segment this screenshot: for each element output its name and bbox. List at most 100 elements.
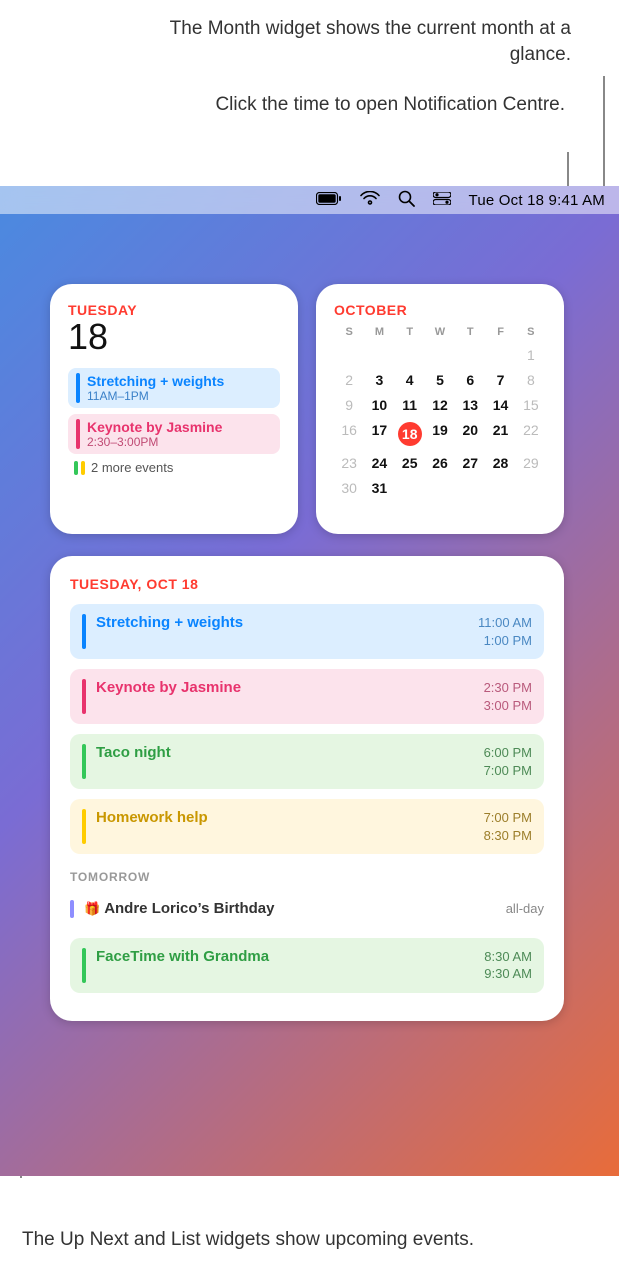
upnext-event[interactable]: Keynote by Jasmine2:30–3:00PM: [68, 414, 280, 454]
upnext-date-number: 18: [68, 316, 280, 358]
calendar-day[interactable]: 30: [334, 480, 364, 496]
weekday-header: S: [334, 326, 364, 338]
event-times: 2:30 PM3:00 PM: [484, 679, 532, 714]
list-event[interactable]: Homework help 7:00 PM8:30 PM: [70, 799, 544, 854]
calendar-day[interactable]: 25: [395, 455, 425, 471]
calendar-day[interactable]: 19: [425, 422, 455, 446]
upnext-widget[interactable]: Tuesday 18 Stretching + weights11AM–1PMK…: [50, 284, 298, 534]
month-title: October: [334, 302, 546, 318]
event-title: Taco night: [96, 744, 474, 779]
calendar-day[interactable]: 7: [485, 372, 515, 388]
event-times: 8:30 AM9:30 AM: [484, 948, 532, 983]
battery-icon[interactable]: [316, 192, 342, 209]
calendar-day[interactable]: 2: [334, 372, 364, 388]
prev-month-day: [395, 347, 425, 363]
calendar-day[interactable]: 4: [395, 372, 425, 388]
event-title: FaceTime with Grandma: [96, 948, 474, 983]
callout-time-click: Click the time to open Notification Cent…: [145, 92, 565, 118]
event-color-dot: [81, 461, 85, 475]
wifi-icon[interactable]: [360, 191, 380, 209]
callout-leader-line: [567, 152, 569, 190]
weekday-header: M: [364, 326, 394, 338]
event-color-bar: [82, 614, 86, 649]
gift-icon: 🎁: [84, 901, 100, 916]
list-event[interactable]: FaceTime with Grandma 8:30 AM9:30 AM: [70, 938, 544, 993]
menubar-clock[interactable]: Tue Oct 18 9:41 AM: [469, 192, 605, 209]
list-event[interactable]: Keynote by Jasmine 2:30 PM3:00 PM: [70, 669, 544, 724]
calendar-day[interactable]: 11: [395, 397, 425, 413]
calendar-day[interactable]: 17: [364, 422, 394, 446]
list-event[interactable]: Stretching + weights 11:00 AM1:00 PM: [70, 604, 544, 659]
calendar-day[interactable]: 13: [455, 397, 485, 413]
calendar-day[interactable]: 20: [455, 422, 485, 446]
prev-month-day: [485, 347, 515, 363]
control-center-icon[interactable]: [433, 192, 451, 209]
calendar-day[interactable]: 5: [425, 372, 455, 388]
event-times: all-day: [506, 900, 544, 918]
calendar-day[interactable]: 6: [455, 372, 485, 388]
calendar-day[interactable]: 12: [425, 397, 455, 413]
event-color-bar: [76, 373, 80, 403]
weekday-header: S: [516, 326, 546, 338]
calendar-day[interactable]: 10: [364, 397, 394, 413]
prev-month-day: [364, 347, 394, 363]
event-time: 11AM–1PM: [87, 389, 224, 403]
event-color-bar: [70, 900, 74, 918]
event-title: Stretching + weights: [96, 614, 468, 649]
event-times: 11:00 AM1:00 PM: [478, 614, 532, 649]
weekday-header: W: [425, 326, 455, 338]
calendar-day[interactable]: 15: [516, 397, 546, 413]
menubar: Tue Oct 18 9:41 AM: [0, 186, 619, 214]
event-time: 2:30–3:00PM: [87, 435, 222, 449]
calendar-day[interactable]: 9: [334, 397, 364, 413]
callout-upnext-list: The Up Next and List widgets show upcomi…: [22, 1227, 482, 1253]
event-title: Keynote by Jasmine: [87, 419, 222, 435]
event-color-bar: [82, 679, 86, 714]
calendar-day[interactable]: 14: [485, 397, 515, 413]
month-grid: SMTWTFS123456789101112131415161718192021…: [334, 326, 546, 496]
prev-month-day: [455, 347, 485, 363]
event-times: 7:00 PM8:30 PM: [484, 809, 532, 844]
calendar-day[interactable]: 3: [364, 372, 394, 388]
event-title: Stretching + weights: [87, 373, 224, 389]
calendar-day[interactable]: 31: [364, 480, 394, 496]
calendar-day[interactable]: 21: [485, 422, 515, 446]
more-events-row[interactable]: 2 more events: [68, 460, 280, 475]
weekday-header: T: [455, 326, 485, 338]
calendar-day[interactable]: 28: [485, 455, 515, 471]
event-color-bar: [76, 419, 80, 449]
weekday-header: F: [485, 326, 515, 338]
list-subheader-tomorrow: Tomorrow: [70, 870, 544, 884]
calendar-day[interactable]: 22: [516, 422, 546, 446]
calendar-day[interactable]: 24: [364, 455, 394, 471]
list-header-date: Tuesday, Oct 18: [70, 576, 544, 592]
event-title: Keynote by Jasmine: [96, 679, 474, 714]
upnext-event[interactable]: Stretching + weights11AM–1PM: [68, 368, 280, 408]
spotlight-icon[interactable]: [398, 190, 415, 211]
prev-month-day: [334, 347, 364, 363]
calendar-day[interactable]: 27: [455, 455, 485, 471]
calendar-day[interactable]: 23: [334, 455, 364, 471]
today-date[interactable]: 18: [395, 422, 425, 446]
event-times: 6:00 PM7:00 PM: [484, 744, 532, 779]
desktop-area: Tue Oct 18 9:41 AM Tuesday 18 Stretching…: [0, 186, 619, 1176]
prev-month-day: [425, 347, 455, 363]
calendar-day[interactable]: 1: [516, 347, 546, 363]
list-widget[interactable]: Tuesday, Oct 18 Stretching + weights 11:0…: [50, 556, 564, 1021]
event-title: 🎁Andre Lorico’s Birthday: [84, 900, 496, 918]
calendar-day[interactable]: 26: [425, 455, 455, 471]
weekday-header: T: [395, 326, 425, 338]
event-color-bar: [82, 744, 86, 779]
event-color-bar: [82, 948, 86, 983]
more-events-label: 2 more events: [91, 460, 173, 475]
calendar-day[interactable]: 16: [334, 422, 364, 446]
calendar-day[interactable]: 29: [516, 455, 546, 471]
callout-month-widget: The Month widget shows the current month…: [151, 16, 571, 67]
event-title: Homework help: [96, 809, 474, 844]
list-event[interactable]: Taco night 6:00 PM7:00 PM: [70, 734, 544, 789]
event-color-bar: [82, 809, 86, 844]
event-color-dot: [74, 461, 78, 475]
calendar-day[interactable]: 8: [516, 372, 546, 388]
list-event[interactable]: 🎁Andre Lorico’s Birthday all-day: [70, 894, 544, 928]
month-widget[interactable]: October SMTWTFS1234567891011121314151617…: [316, 284, 564, 534]
